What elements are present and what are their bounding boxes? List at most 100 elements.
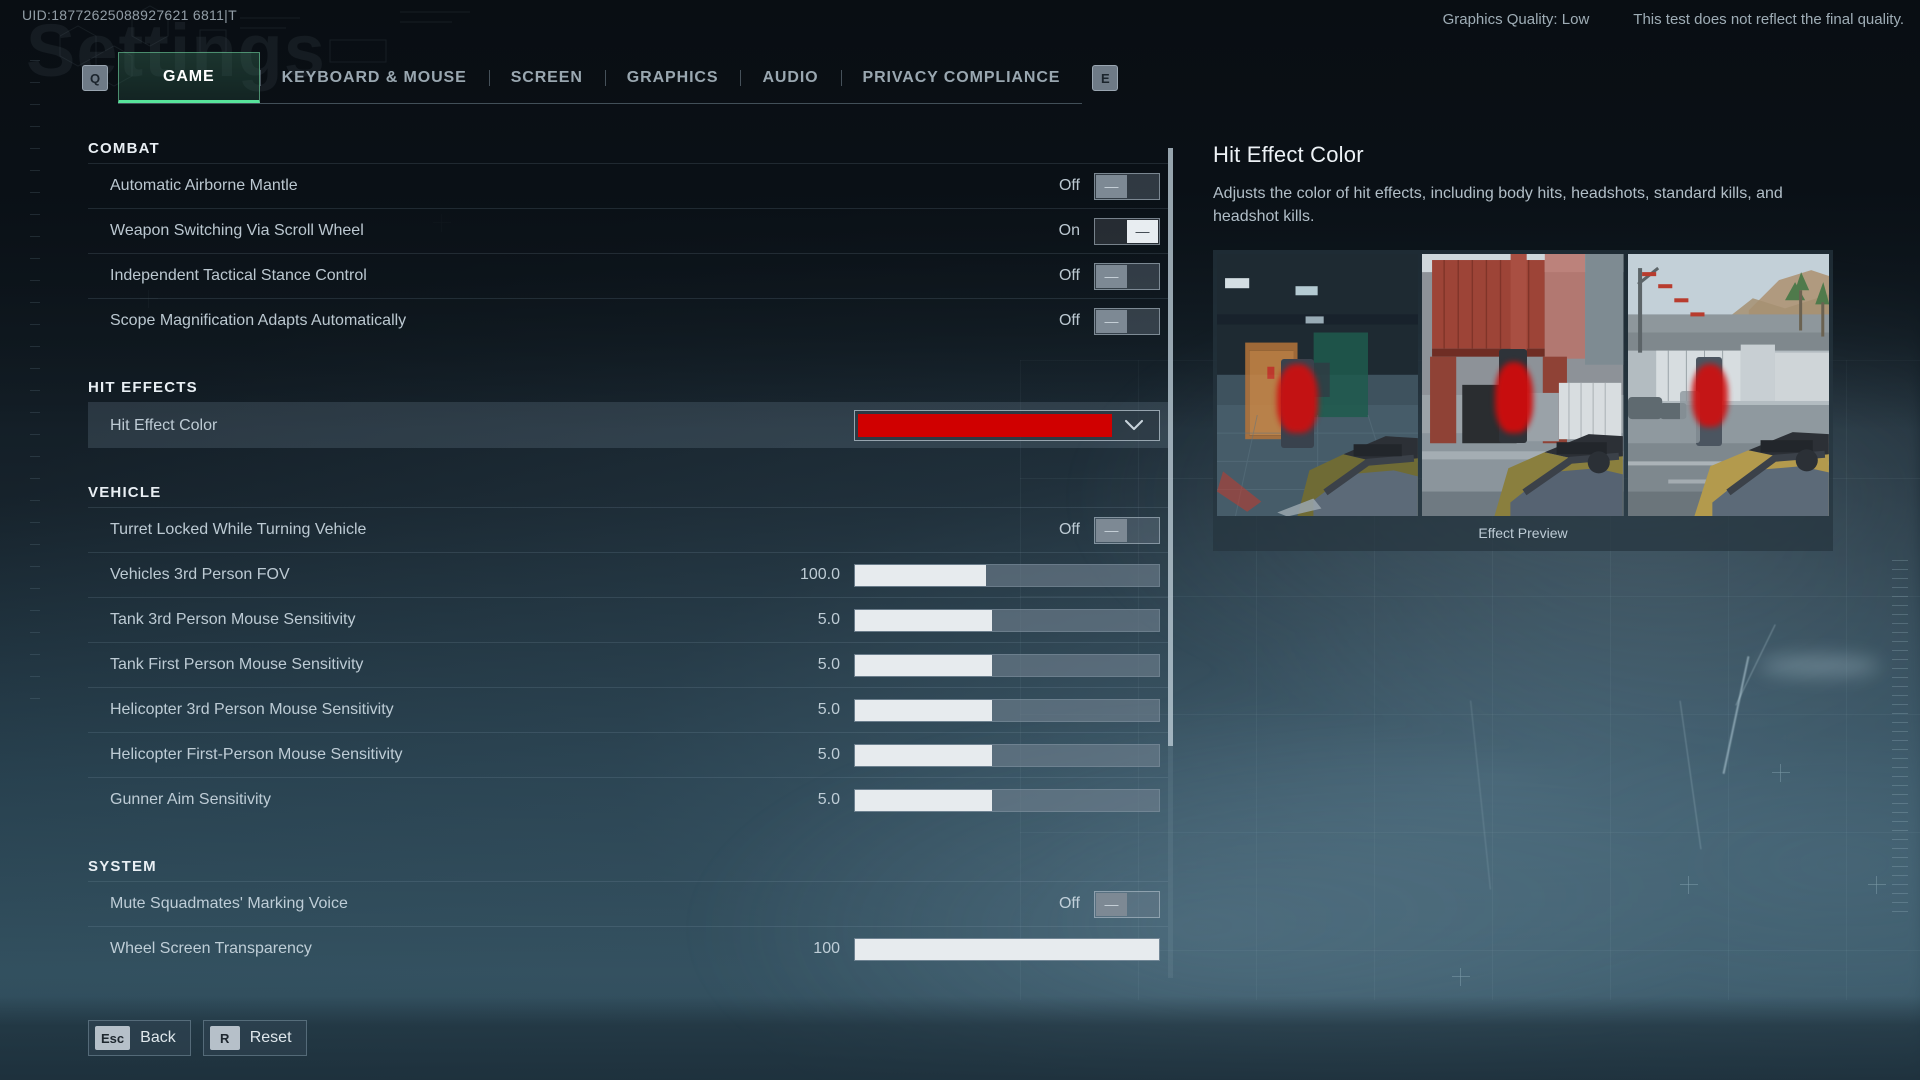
setting-label: Independent Tactical Stance Control bbox=[110, 267, 367, 284]
lightning-glow bbox=[1760, 655, 1880, 677]
slider-track[interactable] bbox=[854, 608, 1160, 632]
preview-caption: Effect Preview bbox=[1478, 525, 1568, 542]
slider-fill bbox=[855, 938, 1159, 960]
button-label: Back bbox=[140, 1029, 176, 1046]
toggle-switch[interactable]: — bbox=[1094, 172, 1160, 200]
setting-row[interactable]: Vehicles 3rd Person FOV 100.0 bbox=[88, 552, 1168, 597]
setting-row[interactable]: Mute Squadmates' Marking Voice Off — bbox=[88, 881, 1168, 926]
toggle-switch[interactable]: — bbox=[1094, 890, 1160, 918]
setting-row[interactable]: Scope Magnification Adapts Automatically… bbox=[88, 298, 1168, 343]
tab-bar: Q GAME KEYBOARD & MOUSE SCREEN GRAPHICS AUDI… bbox=[0, 52, 1119, 104]
tab-label: KEYBOARD & MOUSE bbox=[281, 68, 467, 86]
slider-fill bbox=[855, 564, 986, 586]
setting-label: Scope Magnification Adapts Automatically bbox=[110, 312, 407, 329]
crosshair-marker-4 bbox=[1452, 968, 1470, 986]
detail-title: Hit Effect Color bbox=[1213, 142, 1364, 167]
graphics-quality-label: Graphics Quality: Low bbox=[1442, 11, 1590, 28]
setting-value: 100 bbox=[813, 940, 840, 957]
setting-label: Gunner Aim Sensitivity bbox=[110, 791, 271, 808]
setting-label: Helicopter 3rd Person Mouse Sensitivity bbox=[110, 701, 394, 718]
crosshair-marker-2 bbox=[1680, 876, 1698, 894]
toggle-switch[interactable]: — bbox=[1094, 516, 1160, 544]
tab-label: AUDIO bbox=[762, 68, 819, 86]
slider-track[interactable] bbox=[854, 698, 1160, 722]
setting-value: Off bbox=[1058, 177, 1080, 194]
toggle-switch[interactable]: — bbox=[1094, 307, 1160, 335]
slider-track[interactable] bbox=[854, 743, 1160, 767]
reset-button[interactable]: R Reset bbox=[202, 1020, 307, 1056]
setting-row[interactable]: Wheel Screen Transparency 100 bbox=[88, 926, 1168, 971]
color-dropdown[interactable] bbox=[854, 410, 1160, 441]
tab-privacy-compliance[interactable]: PRIVACY COMPLIANCE bbox=[841, 52, 1083, 103]
setting-value: 5.0 bbox=[817, 656, 840, 673]
toggle-knob: — bbox=[1127, 219, 1158, 243]
slider-track[interactable] bbox=[854, 937, 1160, 961]
shipping-container-preview bbox=[1422, 254, 1624, 517]
setting-row[interactable]: Weapon Switching Via Scroll Wheel On — bbox=[88, 208, 1168, 253]
tab-graphics[interactable]: GRAPHICS bbox=[605, 52, 741, 103]
tab-screen[interactable]: SCREEN bbox=[489, 52, 605, 103]
tab-keyboard-mouse[interactable]: KEYBOARD & MOUSE bbox=[260, 52, 489, 103]
setting-row[interactable]: Independent Tactical Stance Control Off — bbox=[88, 253, 1168, 298]
tab-label: PRIVACY COMPLIANCE bbox=[862, 68, 1061, 86]
slider-fill bbox=[855, 789, 992, 811]
back-button[interactable]: Esc Back bbox=[88, 1020, 191, 1056]
tab-list: GAME KEYBOARD & MOUSE SCREEN GRAPHICS AUDIO P… bbox=[118, 52, 1083, 104]
settings-scrollbar-track[interactable] bbox=[1168, 148, 1173, 978]
setting-value: Off bbox=[1058, 312, 1080, 329]
setting-row[interactable]: Tank 3rd Person Mouse Sensitivity 5.0 bbox=[88, 597, 1168, 642]
setting-label: Helicopter First-Person Mouse Sensitivit… bbox=[110, 746, 403, 763]
toggle-knob: — bbox=[1096, 518, 1127, 542]
section-title-hit-effects: HIT EFFECTS bbox=[88, 379, 198, 396]
toggle-switch[interactable]: — bbox=[1094, 217, 1160, 245]
setting-value: 5.0 bbox=[817, 791, 840, 808]
prev-tab-key[interactable]: Q bbox=[82, 65, 108, 91]
setting-label: Wheel Screen Transparency bbox=[110, 940, 312, 957]
slider-fill bbox=[855, 699, 992, 721]
setting-value: Off bbox=[1058, 895, 1080, 912]
toggle-switch[interactable]: — bbox=[1094, 262, 1160, 290]
setting-row[interactable]: Turret Locked While Turning Vehicle Off — bbox=[88, 507, 1168, 552]
button-label: Reset bbox=[249, 1029, 292, 1046]
color-swatch bbox=[858, 414, 1112, 437]
background-tick-column bbox=[30, 60, 40, 720]
chevron-down-icon[interactable] bbox=[1112, 414, 1156, 437]
section-title-system: SYSTEM bbox=[88, 858, 157, 875]
indoor-warehouse-preview bbox=[1217, 254, 1419, 517]
slider-fill bbox=[855, 744, 992, 766]
settings-screen: Settings UID:18772625088927621 6811|T Gr… bbox=[0, 0, 1920, 1080]
toggle-knob: — bbox=[1096, 174, 1127, 198]
desert-town-preview bbox=[1627, 254, 1829, 517]
setting-row[interactable]: Helicopter First-Person Mouse Sensitivit… bbox=[88, 732, 1168, 777]
tab-audio[interactable]: AUDIO bbox=[740, 52, 840, 103]
setting-label: Vehicles 3rd Person FOV bbox=[110, 566, 290, 583]
settings-list: COMBAT Automatic Airborne Mantle Off — Weapo… bbox=[88, 140, 1168, 980]
setting-row[interactable]: Automatic Airborne Mantle Off — bbox=[88, 163, 1168, 208]
settings-scrollbar-thumb[interactable] bbox=[1168, 148, 1173, 746]
setting-row[interactable]: Tank First Person Mouse Sensitivity 5.0 bbox=[88, 642, 1168, 687]
setting-value: 100.0 bbox=[799, 566, 840, 583]
section-title-combat: COMBAT bbox=[88, 140, 160, 157]
setting-row[interactable]: Gunner Aim Sensitivity 5.0 bbox=[88, 777, 1168, 822]
setting-row[interactable]: Helicopter 3rd Person Mouse Sensitivity 5… bbox=[88, 687, 1168, 732]
slider-track[interactable] bbox=[854, 788, 1160, 812]
next-tab-key[interactable]: E bbox=[1092, 65, 1119, 91]
setting-label: Automatic Airborne Mantle bbox=[110, 177, 298, 194]
tab-label: GRAPHICS bbox=[626, 68, 719, 86]
preview-thumbnail-row bbox=[1217, 254, 1829, 517]
slider-track[interactable] bbox=[854, 563, 1160, 587]
tab-game[interactable]: GAME bbox=[118, 52, 260, 103]
section-title-vehicle: VEHICLE bbox=[88, 484, 162, 501]
key-badge: Esc bbox=[95, 1026, 131, 1050]
setting-value: 5.0 bbox=[817, 701, 840, 718]
slider-fill bbox=[855, 654, 992, 676]
tab-label: GAME bbox=[163, 67, 215, 85]
setting-row[interactable]: Hit Effect Color bbox=[88, 402, 1168, 448]
bottom-hint-bar: Esc Back R Reset bbox=[0, 996, 1920, 1080]
background-ruler-ticks bbox=[1892, 560, 1908, 920]
detail-panel: Hit Effect Color Adjusts the color of hi… bbox=[1213, 142, 1835, 552]
setting-value: Off bbox=[1058, 267, 1080, 284]
slider-track[interactable] bbox=[854, 653, 1160, 677]
toggle-knob: — bbox=[1096, 892, 1127, 916]
setting-label: Mute Squadmates' Marking Voice bbox=[110, 895, 348, 912]
